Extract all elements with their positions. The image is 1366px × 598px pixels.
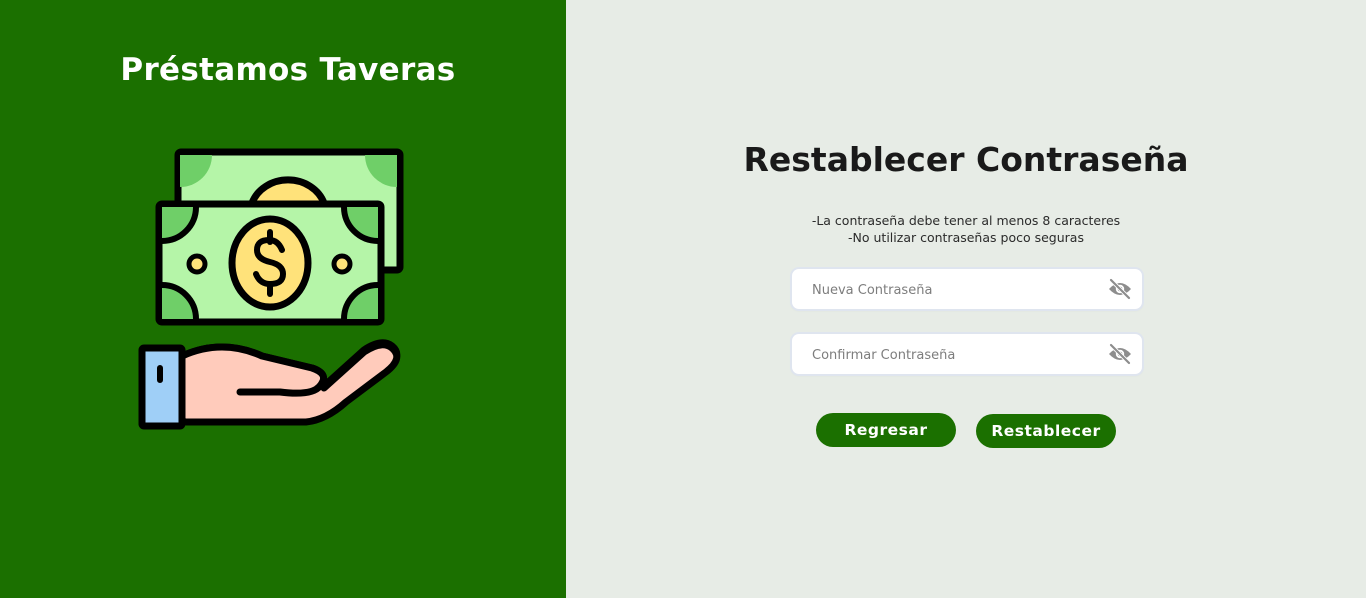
back-button[interactable]: Regresar	[816, 413, 956, 447]
new-password-field	[792, 269, 1142, 311]
page-title: Restablecer Contraseña	[743, 140, 1189, 179]
confirm-password-field	[792, 334, 1142, 376]
money-hand-illustration	[138, 148, 404, 430]
rule-no-weak: -No utilizar contraseñas poco seguras	[848, 230, 1084, 245]
brand-title: Préstamos Taveras	[120, 52, 456, 88]
reset-password-panel: Restablecer Contraseña -La contraseña de…	[566, 0, 1366, 598]
new-password-input[interactable]	[810, 269, 1104, 311]
front-bill-icon	[155, 200, 385, 326]
reset-button[interactable]: Restablecer	[976, 414, 1116, 448]
confirm-password-input[interactable]	[810, 334, 1104, 376]
eye-off-icon[interactable]	[1108, 343, 1132, 365]
password-rules: -La contraseña debe tener al menos 8 car…	[566, 212, 1366, 246]
eye-off-icon[interactable]	[1108, 278, 1132, 300]
rule-min-length: -La contraseña debe tener al menos 8 car…	[811, 213, 1121, 228]
brand-panel: Préstamos Taveras	[0, 0, 566, 598]
hand-icon	[138, 339, 401, 430]
